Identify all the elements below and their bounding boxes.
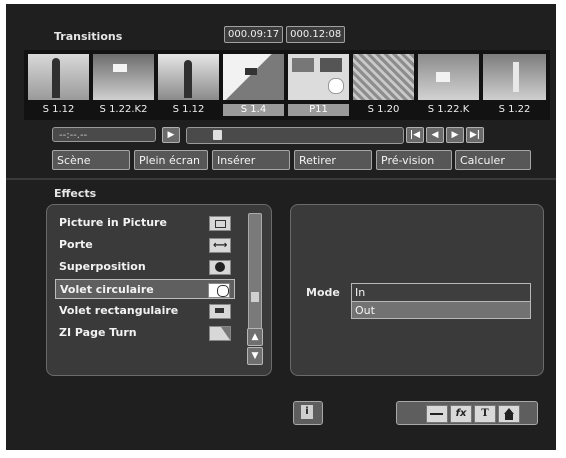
clip-label-4-selected: S 1.4 (223, 104, 284, 116)
picture-in-picture-icon (209, 216, 231, 231)
go-to-start-button[interactable]: |◀ (406, 127, 424, 143)
effect-label: Picture in Picture (59, 216, 167, 229)
timecode-group: 000.09:17 000.12:08 (224, 26, 346, 43)
effect-label: Volet rectangulaire (59, 304, 179, 317)
scene-button[interactable]: Scène (52, 150, 130, 170)
fx-icon[interactable]: fx (450, 405, 472, 423)
clip-thumbnail-6[interactable] (353, 54, 414, 100)
effect-label: ZI Page Turn (59, 326, 137, 339)
clip-thumbnail-2[interactable] (93, 54, 154, 100)
clip-label-8: S 1.22 (498, 104, 531, 115)
go-to-end-button[interactable]: ▶| (466, 127, 484, 143)
clip-label-1: S 1.12 (42, 104, 75, 115)
fullscreen-button[interactable]: Plein écran (134, 150, 208, 170)
door-icon: ⟷ (209, 238, 231, 253)
info-icon: i (301, 405, 313, 419)
effect-item-zi-page-turn[interactable]: ZI Page Turn (55, 323, 235, 343)
play-button[interactable]: ▶ (162, 127, 180, 143)
scroll-up-button[interactable]: ▲ (247, 328, 263, 346)
rectangular-wipe-icon (209, 304, 231, 319)
previous-frame-button[interactable]: ◀ (426, 127, 444, 143)
effect-item-superposition[interactable]: Superposition (55, 257, 235, 277)
play-icon: ▶ (167, 130, 175, 140)
clip-thumbnail-7[interactable] (418, 54, 479, 100)
scrollbar-thumb[interactable] (251, 292, 259, 302)
effect-item-volet-circulaire[interactable]: Volet circulaire (55, 279, 235, 299)
circular-wipe-icon (208, 283, 230, 298)
timeline-slider[interactable] (186, 127, 404, 144)
clip-thumbnail-8[interactable] (483, 54, 546, 100)
mode-label: Mode (306, 286, 340, 299)
info-button[interactable]: i (293, 401, 323, 425)
clip-label-7: S 1.22.K (427, 104, 470, 115)
clip-label-3: S 1.12 (172, 104, 205, 115)
preview-button[interactable]: Pré-vision (376, 150, 452, 170)
superposition-icon (209, 260, 231, 275)
skip-start-icon: |◀ (409, 130, 421, 140)
chevron-left-icon: ◀ (431, 130, 439, 140)
effects-title: Effects (54, 187, 97, 200)
clip-thumbnail-5[interactable] (288, 54, 349, 100)
clip-thumbnail-1[interactable] (28, 54, 89, 100)
time-input[interactable]: --:--.-- (52, 127, 156, 142)
page-turn-icon (209, 326, 231, 341)
chevron-down-icon: ▼ (251, 351, 259, 361)
chevron-right-icon: ▶ (451, 130, 459, 140)
effect-label: Superposition (59, 260, 146, 273)
insert-button[interactable]: Insérer (212, 150, 290, 170)
clip-label-2: S 1.22.K2 (99, 104, 148, 115)
timecode-out: 000.12:08 (286, 26, 346, 43)
clip-label-6: S 1.20 (367, 104, 400, 115)
chevron-up-icon: ▲ (251, 332, 259, 342)
transitions-title: Transitions (54, 30, 123, 43)
clip-filmstrip: S 1.12 S 1.22.K2 S 1.12 S 1.4 P11 S 1.20… (24, 50, 550, 120)
clip-thumbnail-4[interactable] (223, 54, 284, 100)
effects-scrollbar[interactable] (248, 213, 262, 333)
scroll-down-button[interactable]: ▼ (247, 347, 263, 365)
effect-item-picture-in-picture[interactable]: Picture in Picture (55, 213, 235, 233)
effects-list-panel: Picture in Picture Porte ⟷ Superposition… (46, 204, 272, 376)
edit-tool-icon[interactable] (426, 405, 448, 423)
skip-end-icon: ▶| (469, 130, 481, 140)
clip-label-5-selected: P11 (288, 104, 349, 116)
home-icon[interactable] (498, 405, 520, 423)
effect-label: Volet circulaire (60, 283, 154, 296)
next-frame-button[interactable]: ▶ (446, 127, 464, 143)
remove-button[interactable]: Retirer (294, 150, 372, 170)
app-window: Transitions 000.09:17 000.12:08 S 1.12 S… (6, 4, 556, 450)
section-divider (6, 178, 556, 180)
text-icon[interactable]: T (474, 405, 496, 423)
effect-item-volet-rectangulaire[interactable]: Volet rectangulaire (55, 301, 235, 321)
mode-option-out-selected[interactable]: Out (351, 301, 531, 319)
timeline-slider-handle[interactable] (213, 130, 222, 140)
effect-item-porte[interactable]: Porte ⟷ (55, 235, 235, 255)
effect-label: Porte (59, 238, 93, 251)
calculate-button[interactable]: Calculer (455, 150, 531, 170)
timecode-in: 000.09:17 (224, 26, 284, 43)
mode-option-in[interactable]: In (351, 283, 531, 301)
clip-thumbnail-3[interactable] (158, 54, 219, 100)
